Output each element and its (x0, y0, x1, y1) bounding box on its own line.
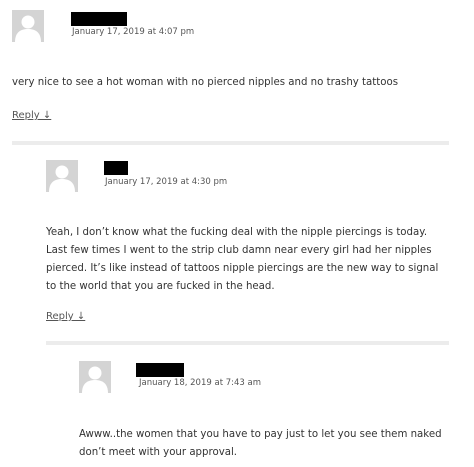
reply-button[interactable]: Reply ↓ (12, 110, 51, 121)
comment-1: January 17, 2019 at 4:07 pm very nice to… (0, 0, 474, 140)
comment-timestamp[interactable]: January 18, 2019 at 7:43 am (139, 378, 261, 388)
avatar[interactable] (46, 160, 78, 192)
comment-body: Awww..the women that you have to pay jus… (79, 429, 442, 458)
author-name-redacted (104, 161, 128, 175)
reply-button[interactable]: Reply ↓ (46, 311, 85, 322)
avatar[interactable] (12, 10, 44, 42)
comment-body: Yeah, I don’t know what the fucking deal… (46, 227, 439, 292)
comment-body: very nice to see a hot woman with no pie… (12, 77, 399, 88)
user-silhouette-icon (12, 10, 44, 42)
comment-timestamp[interactable]: January 17, 2019 at 4:07 pm (72, 27, 194, 37)
author-name-redacted (71, 12, 127, 26)
user-silhouette-icon (46, 160, 78, 192)
user-silhouette-icon (79, 361, 111, 393)
author-name-redacted (136, 363, 184, 377)
comment-3: January 18, 2019 at 7:43 am Awww..the wo… (0, 345, 474, 467)
comment-timestamp[interactable]: January 17, 2019 at 4:30 pm (105, 177, 227, 187)
avatar[interactable] (79, 361, 111, 393)
comment-2: January 17, 2019 at 4:30 pm Yeah, I don’… (0, 145, 474, 340)
